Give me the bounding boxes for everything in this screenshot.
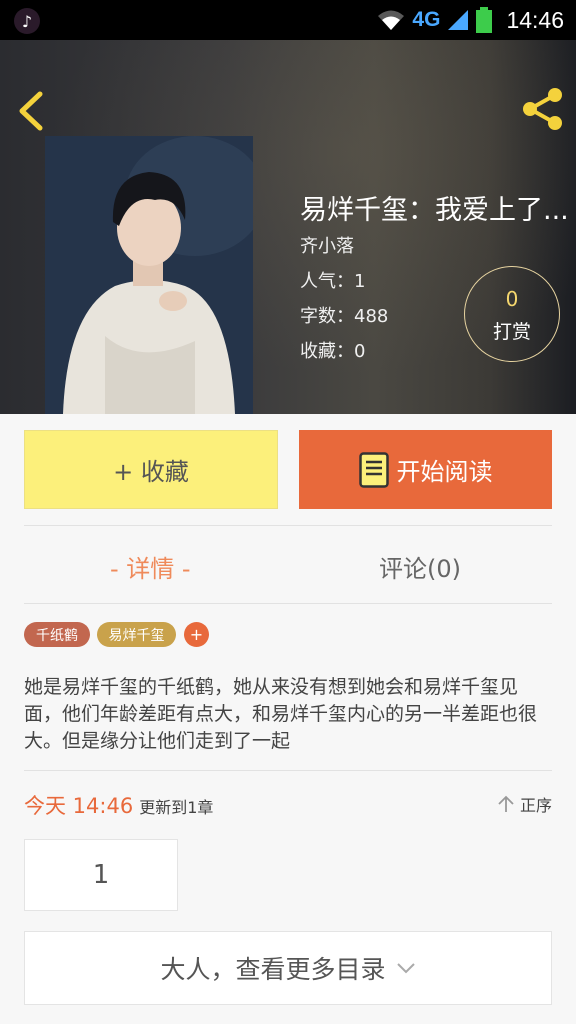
- share-icon[interactable]: [520, 86, 566, 132]
- add-tag-button[interactable]: +: [184, 622, 209, 647]
- tab-details[interactable]: - 详情 -: [110, 548, 191, 584]
- start-reading-label: 开始阅读: [396, 458, 493, 486]
- wifi-icon: [378, 10, 405, 30]
- book-description: 她是易烊千玺的千纸鹤，她从来没有想到她会和易烊千玺见面，他们年龄差距有点大，和易…: [24, 676, 538, 752]
- status-icons: 4G 14:46: [376, 6, 564, 34]
- status-bar: ♪ 4G 14:46: [0, 0, 576, 40]
- chapter-item[interactable]: 1: [24, 839, 178, 911]
- update-text: 更新到1章: [139, 798, 214, 817]
- network-type: 4G: [412, 8, 441, 31]
- more-catalog-button[interactable]: 大人，查看更多目录: [24, 931, 552, 1005]
- reward-count: 0: [505, 287, 519, 311]
- reward-button[interactable]: 0 打赏: [464, 266, 560, 362]
- divider: [24, 525, 552, 526]
- back-arrow-icon[interactable]: [14, 90, 50, 132]
- tab-comments[interactable]: 评论(0): [379, 548, 461, 584]
- book-title: 易烊千玺：我爱上了...: [300, 195, 569, 226]
- sort-order-label: 正序: [519, 796, 552, 815]
- more-catalog-label: 大人，查看更多目录: [160, 955, 386, 984]
- book-header: 易烊千玺：我爱上了... 齐小落 人气：1 字数：488 收藏：0 0 打赏: [0, 40, 576, 414]
- battery-icon: [476, 7, 493, 33]
- arrow-up-icon: [498, 795, 514, 812]
- chevron-down-icon: [396, 963, 415, 974]
- reward-label: 打赏: [492, 321, 531, 343]
- update-time: 今天 14:46: [24, 794, 134, 818]
- collect-button-label: + 收藏: [113, 458, 189, 486]
- signal-icon: [448, 10, 469, 30]
- book-favorites: 收藏：0: [300, 341, 366, 362]
- divider: [24, 603, 552, 604]
- book-author[interactable]: 齐小落: [300, 232, 354, 258]
- update-info: 今天 14:46 更新到1章: [24, 790, 213, 820]
- book-cover-image[interactable]: [45, 136, 253, 414]
- tag-chip[interactable]: 千纸鹤: [24, 622, 90, 647]
- book-popularity: 人气：1: [300, 271, 366, 292]
- tiktok-icon: ♪: [14, 8, 40, 34]
- sort-order-button[interactable]: 正序: [496, 792, 552, 816]
- collect-button[interactable]: + 收藏: [24, 430, 278, 509]
- start-reading-button[interactable]: 开始阅读: [299, 430, 552, 509]
- book-word-count: 字数：488: [300, 306, 389, 327]
- divider: [24, 770, 552, 771]
- book-icon: [358, 451, 389, 488]
- tag-chip[interactable]: 易烊千玺: [97, 622, 176, 647]
- status-time: 14:46: [506, 6, 564, 33]
